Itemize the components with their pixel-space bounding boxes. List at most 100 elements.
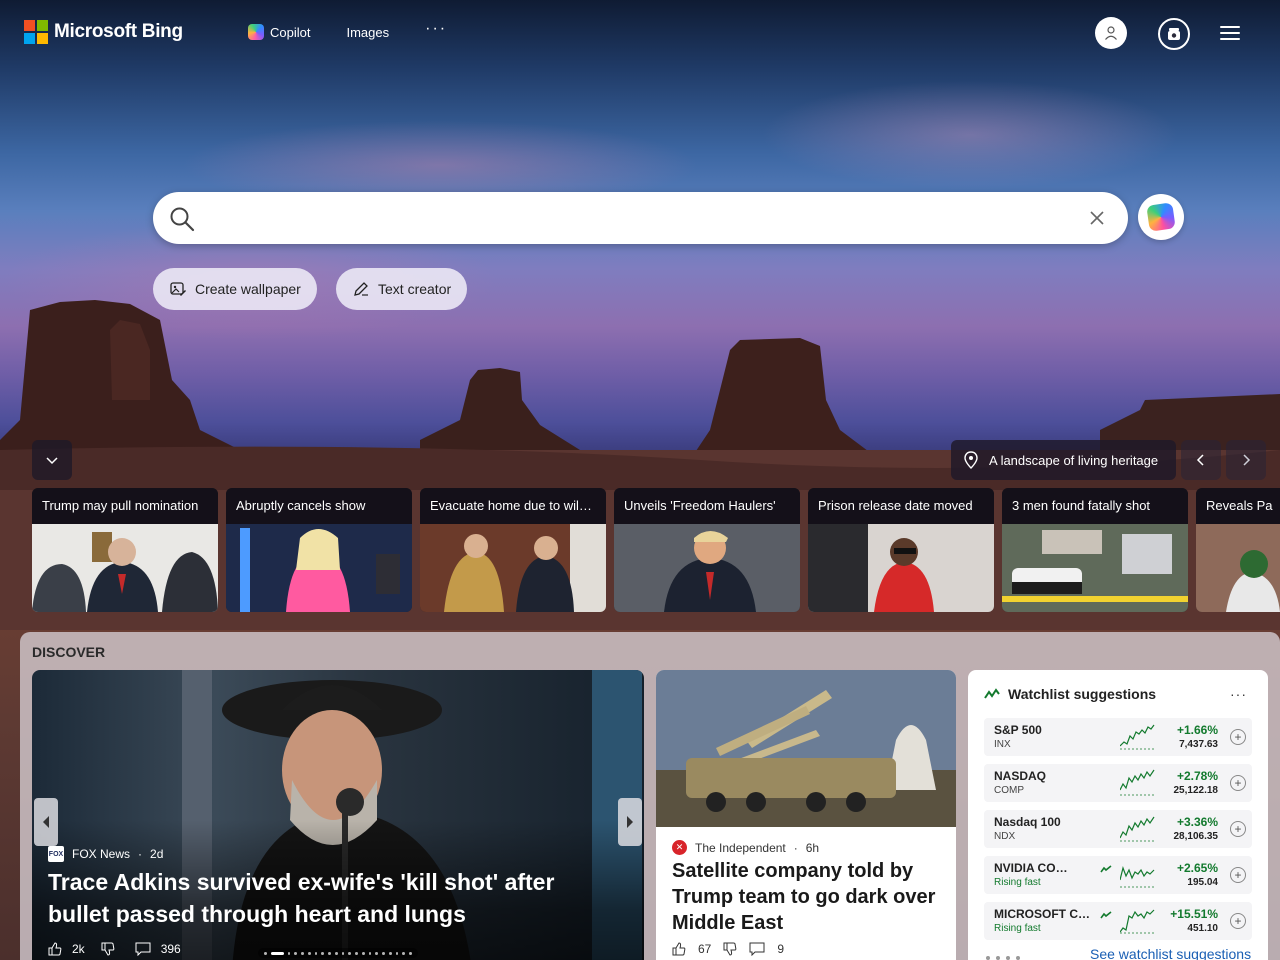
stock-change: +1.66%: [1176, 723, 1218, 737]
collapse-feed-button[interactable]: [32, 440, 72, 480]
pen-icon: [354, 282, 368, 296]
news-card[interactable]: Evacuate home due to wildfire: [420, 488, 606, 612]
sign-in-button[interactable]: [1095, 17, 1127, 49]
card2-headline[interactable]: Satellite company told by Trump team to …: [672, 858, 944, 936]
stock-status: Rising fast: [994, 923, 1041, 934]
card2-reactions: 67 9: [672, 942, 784, 956]
search-icon[interactable]: [169, 206, 195, 232]
next-image-button[interactable]: [1226, 440, 1266, 480]
add-to-watchlist-icon[interactable]: +: [1230, 729, 1246, 745]
copilot-button[interactable]: [1138, 194, 1184, 240]
hero-source: FOX FOX News · 2d: [48, 846, 163, 862]
comment-icon[interactable]: [135, 942, 151, 956]
rewards-button[interactable]: [1158, 18, 1190, 50]
watchlist-row[interactable]: MICROSOFT CORPORATION Rising fast +15.51…: [984, 902, 1252, 940]
news-card[interactable]: Abruptly cancels show: [226, 488, 412, 612]
nav-images-label: Images: [346, 24, 390, 40]
nav-images[interactable]: Images: [346, 25, 389, 40]
watchlist-row[interactable]: S&P 500 INX +1.66% 7,437.63 +: [984, 718, 1252, 756]
image-caption[interactable]: A landscape of living heritage: [951, 440, 1176, 480]
sparkline-chart: [1120, 909, 1156, 934]
clear-search-icon[interactable]: [1087, 208, 1107, 228]
create-wallpaper-button[interactable]: Create wallpaper: [153, 268, 317, 310]
watchlist-row[interactable]: NVIDIA CORPORATION Rising fast +2.65% 19…: [984, 856, 1252, 894]
stock-symbol: COMP: [994, 785, 1024, 796]
hamburger-menu-button[interactable]: [1218, 24, 1242, 42]
stock-name: S&P 500: [994, 723, 1042, 737]
add-to-watchlist-icon[interactable]: +: [1230, 821, 1246, 837]
news-card-image: [1196, 524, 1280, 612]
sparkline-chart: [1120, 724, 1156, 750]
stock-price: 28,106.35: [1173, 831, 1219, 842]
news-card-title: 3 men found fatally shot: [1002, 488, 1188, 524]
stock-price: 451.10: [1187, 923, 1218, 934]
news-card[interactable]: Reveals Pa: [1196, 488, 1280, 612]
thumbs-up-icon[interactable]: [672, 942, 686, 956]
microsoft-logo-icon: [24, 20, 48, 44]
copilot-icon: [248, 24, 264, 40]
separator-dot: ·: [138, 847, 143, 861]
news-card[interactable]: Unveils 'Freedom Haulers': [614, 488, 800, 612]
watchlist-header: Watchlist suggestions: [984, 686, 1156, 702]
comment-icon[interactable]: [749, 942, 765, 956]
chevron-left-icon: [1196, 454, 1204, 466]
news-card[interactable]: Prison release date moved: [808, 488, 994, 612]
hero-news-card[interactable]: FOX FOX News · 2d Trace Adkins survived …: [32, 670, 644, 960]
thumbs-up-icon[interactable]: [48, 942, 62, 956]
watchlist-card: Watchlist suggestions ··· S&P 500 INX +1…: [968, 670, 1268, 960]
image-edit-icon: [170, 282, 186, 296]
add-to-watchlist-icon[interactable]: +: [1230, 913, 1246, 929]
thumbs-down-icon[interactable]: [101, 942, 115, 956]
news-card-title: Reveals Pa: [1196, 488, 1280, 524]
stock-status: Rising fast: [994, 877, 1041, 888]
watchlist-more-button[interactable]: ···: [1230, 686, 1247, 702]
hero-pager[interactable]: [258, 948, 418, 958]
stock-price: 7,437.63: [1179, 739, 1218, 750]
sparkline-chart: [1120, 865, 1156, 888]
text-creator-button[interactable]: Text creator: [336, 268, 468, 310]
watchlist-title: Watchlist suggestions: [1008, 686, 1157, 702]
watchlist-row[interactable]: Nasdaq 100 NDX +3.36% 28,106.35 +: [984, 810, 1252, 848]
thumbs-down-icon[interactable]: [723, 942, 737, 956]
stock-name: NASDAQ: [994, 769, 1047, 783]
stock-change: +2.78%: [1176, 769, 1218, 783]
previous-image-button[interactable]: [1181, 440, 1221, 480]
watchlist-row[interactable]: NASDAQ COMP +2.78% 25,122.18 +: [984, 764, 1252, 802]
search-input[interactable]: [209, 202, 1069, 234]
add-to-watchlist-icon[interactable]: +: [1230, 775, 1246, 791]
hero-comments: 396: [160, 942, 181, 956]
news-card[interactable]: 3 men found fatally shot: [1002, 488, 1188, 612]
card2-likes: 67: [698, 942, 712, 956]
stock-symbol: INX: [994, 739, 1011, 750]
card2-source: ✕ The Independent · 6h: [672, 840, 819, 855]
news-card-image: [420, 524, 606, 612]
image-caption-text: A landscape of living heritage: [989, 452, 1159, 468]
news-card[interactable]: Trump may pull nomination: [32, 488, 218, 612]
sparkline-chart: [1120, 816, 1156, 842]
add-to-watchlist-icon[interactable]: +: [1230, 867, 1246, 883]
stock-trend-icon: [984, 688, 1000, 699]
hamburger-menu-icon: [1220, 26, 1240, 28]
hero-next-button[interactable]: [618, 798, 642, 846]
hero-likes: 2k: [72, 942, 85, 956]
watchlist-pager[interactable]: [986, 956, 1020, 960]
user-icon: [1105, 26, 1117, 40]
card2-source-name: The Independent: [695, 840, 786, 855]
stock-name: MICROSOFT CORPORATION: [994, 907, 1090, 921]
hero-prev-button[interactable]: [34, 798, 58, 846]
logo-text: Microsoft Bing: [54, 21, 183, 42]
see-watchlist-suggestions-link[interactable]: See watchlist suggestions: [1090, 946, 1251, 960]
news-card-image: [808, 524, 994, 612]
nav-copilot[interactable]: Copilot: [248, 24, 310, 40]
search-box: [153, 192, 1128, 244]
hero-headline[interactable]: Trace Adkins survived ex-wife's 'kill sh…: [48, 866, 608, 930]
news-card-secondary[interactable]: ✕ The Independent · 6h Satellite company…: [656, 670, 956, 960]
nav-more[interactable]: ···: [425, 20, 447, 38]
bing-logo[interactable]: Microsoft Bing: [24, 20, 183, 44]
news-card-title: Trump may pull nomination: [32, 488, 218, 524]
fox-news-logo-icon: FOX: [48, 846, 64, 862]
hero-age: 2d: [150, 847, 164, 861]
chevron-down-icon: [46, 457, 58, 465]
discover-title: DISCOVER: [32, 644, 106, 660]
stock-change: +2.65%: [1176, 861, 1218, 875]
